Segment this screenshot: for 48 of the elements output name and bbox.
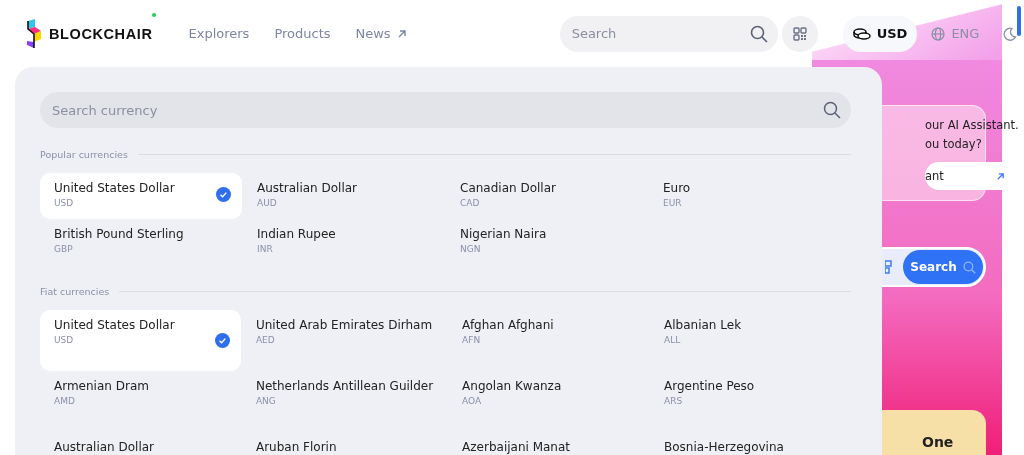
search-icon: [823, 101, 841, 119]
external-arrow-icon: [996, 171, 1005, 181]
logo-text[interactable]: BLOCKCHAIR: [49, 25, 153, 42]
currency-item[interactable]: Indian Rupee INR: [243, 219, 445, 265]
search-icon: [962, 260, 976, 274]
qr-code-icon: [885, 260, 893, 274]
search-button[interactable]: Search: [903, 250, 983, 284]
section-title: Popular currencies: [40, 149, 128, 160]
currency-item[interactable]: Euro EUR: [649, 173, 851, 219]
currency-item[interactable]: Australian Dollar AUD: [243, 173, 445, 219]
currency-item[interactable]: Azerbaijani Manat: [448, 432, 650, 455]
status-dot-icon: [152, 12, 157, 17]
currency-item[interactable]: United States Dollar USD: [40, 310, 241, 371]
currency-item[interactable]: Bosnia-Herzegovina: [650, 432, 851, 455]
moon-icon[interactable]: [1003, 26, 1018, 41]
globe-icon: [931, 26, 946, 41]
coins-icon: [852, 26, 871, 41]
qr-code-button[interactable]: [781, 15, 818, 52]
assistant-text: ou today?: [925, 136, 982, 153]
currency-item[interactable]: Aruban Florin: [241, 432, 448, 455]
currency-item[interactable]: British Pound Sterling GBP: [40, 219, 242, 265]
currency-item[interactable]: Afghan Afghani AFN: [448, 310, 650, 371]
nav-link[interactable]: Products: [274, 26, 331, 41]
currency-item[interactable]: Argentine Peso ARS: [650, 371, 851, 432]
currency-item[interactable]: Australian Dollar: [40, 432, 241, 455]
currency-search-field[interactable]: Search currency: [40, 92, 851, 128]
check-icon: [216, 187, 231, 202]
currency-item[interactable]: Netherlands Antillean Guilder ANG: [241, 371, 448, 432]
check-icon: [214, 333, 230, 348]
scrollbar-thumb[interactable]: [1017, 6, 1021, 36]
search-icon: [749, 24, 768, 43]
nav-link[interactable]: Explorers: [188, 26, 250, 41]
currency-item[interactable]: Nigerian Naira NGN: [446, 219, 648, 265]
qr-code-icon: [792, 26, 807, 41]
currency-item[interactable]: Armenian Dram AMD: [40, 371, 241, 432]
currency-item[interactable]: United States Dollar USD: [40, 173, 242, 219]
search-field[interactable]: Search: [559, 15, 778, 52]
external-arrow-icon: [396, 28, 407, 39]
currency-item[interactable]: United Arab Emirates Dirham AED: [241, 310, 448, 371]
currency-item[interactable]: Canadian Dollar CAD: [446, 173, 648, 219]
section-title: Fiat currencies: [40, 286, 110, 297]
card-title: One: [922, 434, 954, 450]
currency-item[interactable]: Albanian Lek ALL: [650, 310, 851, 371]
currency-button[interactable]: USD: [842, 15, 918, 52]
currency-item[interactable]: Angolan Kwanza AOA: [448, 371, 650, 432]
assistant-text: our AI Assistant.: [925, 117, 1019, 134]
logo-icon: [25, 18, 43, 49]
nav-link[interactable]: News: [355, 26, 407, 41]
